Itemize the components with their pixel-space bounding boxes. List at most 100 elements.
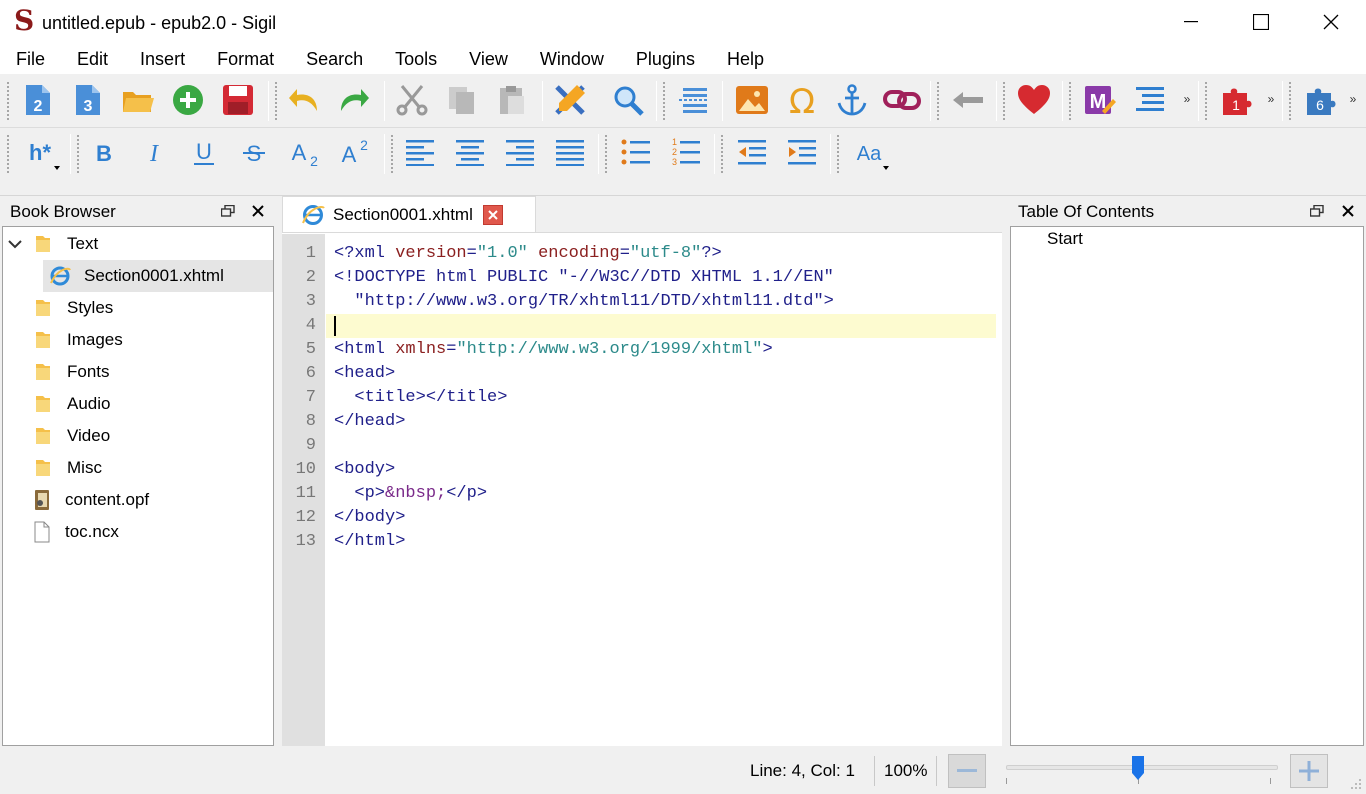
toolbar-grip[interactable] bbox=[1204, 81, 1208, 121]
paste-button[interactable] bbox=[492, 80, 532, 120]
menu-search[interactable]: Search bbox=[290, 44, 379, 74]
find-button[interactable] bbox=[608, 80, 648, 120]
undo-button[interactable] bbox=[284, 80, 324, 120]
tree-file-toc-ncx[interactable]: toc.ncx bbox=[3, 516, 273, 548]
toolbar-overflow-button[interactable]: » bbox=[1264, 92, 1278, 106]
close-tab-button[interactable] bbox=[482, 204, 503, 225]
toc-editor-button[interactable] bbox=[1130, 80, 1170, 120]
tree-file-section0001[interactable]: Section0001.xhtml bbox=[43, 260, 273, 292]
validate-button[interactable] bbox=[550, 80, 590, 120]
toolbar-grip[interactable] bbox=[604, 134, 608, 174]
align-right-button[interactable] bbox=[500, 132, 540, 172]
open-button[interactable] bbox=[118, 80, 158, 120]
close-window-button[interactable] bbox=[1296, 0, 1366, 44]
chevron-down-icon[interactable] bbox=[7, 238, 23, 250]
heading-dropdown[interactable]: h* bbox=[16, 132, 64, 172]
plugin-6-button[interactable]: 6 bbox=[1300, 80, 1340, 120]
minimize-button[interactable] bbox=[1156, 0, 1226, 44]
float-panel-button[interactable] bbox=[1307, 201, 1327, 221]
new-epub3-button[interactable]: 3 bbox=[68, 80, 108, 120]
tree-folder-images[interactable]: Images bbox=[3, 324, 273, 356]
new-epub2-button[interactable]: 2 bbox=[18, 80, 58, 120]
cut-button[interactable] bbox=[392, 80, 432, 120]
menu-format[interactable]: Format bbox=[201, 44, 290, 74]
tree-folder-audio[interactable]: Audio bbox=[3, 388, 273, 420]
toolbar-grip[interactable] bbox=[274, 81, 278, 121]
underline-button[interactable]: U bbox=[184, 132, 224, 172]
close-panel-button[interactable] bbox=[1338, 201, 1358, 221]
toc-item[interactable]: Start bbox=[1047, 228, 1083, 250]
change-case-dropdown[interactable]: Aa bbox=[846, 132, 894, 172]
donate-button[interactable] bbox=[1014, 80, 1054, 120]
copy-button[interactable] bbox=[442, 80, 482, 120]
cursor-position: Line: 4, Col: 1 bbox=[750, 761, 855, 780]
close-panel-button[interactable] bbox=[248, 201, 268, 221]
save-icon bbox=[223, 85, 253, 115]
insert-image-button[interactable] bbox=[732, 80, 772, 120]
tree-folder-video[interactable]: Video bbox=[3, 420, 273, 452]
link-button[interactable] bbox=[882, 80, 922, 120]
menu-view[interactable]: View bbox=[453, 44, 524, 74]
metadata-editor-button[interactable]: M bbox=[1080, 80, 1120, 120]
toolbar-grip[interactable] bbox=[662, 81, 666, 121]
menu-edit[interactable]: Edit bbox=[61, 44, 124, 74]
toolbar-grip[interactable] bbox=[1068, 81, 1072, 121]
toolbar-grip[interactable] bbox=[390, 134, 394, 174]
special-character-button[interactable]: Ω bbox=[782, 80, 822, 120]
back-button[interactable] bbox=[948, 80, 988, 120]
subscript-button[interactable]: A2 bbox=[284, 132, 324, 172]
zoom-slider-handle[interactable] bbox=[1131, 755, 1145, 781]
toolbar-grip[interactable] bbox=[1288, 81, 1292, 121]
italic-button[interactable]: I bbox=[134, 132, 174, 172]
tree-folder-text[interactable]: Text bbox=[3, 228, 273, 260]
float-panel-button[interactable] bbox=[218, 201, 238, 221]
add-file-button[interactable] bbox=[168, 80, 208, 120]
tree-file-content-opf[interactable]: content.opf bbox=[3, 484, 273, 516]
toolbar-grip[interactable] bbox=[1002, 81, 1006, 121]
menu-window[interactable]: Window bbox=[524, 44, 620, 74]
menu-help[interactable]: Help bbox=[711, 44, 780, 74]
redo-button[interactable] bbox=[334, 80, 374, 120]
toolbar-grip[interactable] bbox=[6, 81, 10, 121]
tree-folder-misc[interactable]: Misc bbox=[3, 452, 273, 484]
plugin-1-button[interactable]: 1 bbox=[1216, 80, 1256, 120]
numbered-list-button[interactable]: 123 bbox=[666, 132, 706, 172]
tree-folder-fonts[interactable]: Fonts bbox=[3, 356, 273, 388]
strikethrough-button[interactable]: S bbox=[234, 132, 274, 172]
anchor-button[interactable] bbox=[832, 80, 872, 120]
toolbar-grip[interactable] bbox=[936, 81, 940, 121]
bold-button[interactable]: B bbox=[84, 132, 124, 172]
align-left-button[interactable] bbox=[400, 132, 440, 172]
toolbar-grip[interactable] bbox=[76, 134, 80, 174]
align-center-button[interactable] bbox=[450, 132, 490, 172]
menu-insert[interactable]: Insert bbox=[124, 44, 201, 74]
maximize-button[interactable] bbox=[1226, 0, 1296, 44]
anchor-icon bbox=[837, 84, 867, 116]
toc-list: Start bbox=[1010, 226, 1364, 746]
bulleted-list-button[interactable] bbox=[616, 132, 656, 172]
justify-button[interactable] bbox=[550, 132, 590, 172]
tree-item-label: Images bbox=[67, 330, 123, 349]
menu-plugins[interactable]: Plugins bbox=[620, 44, 711, 74]
toolbar-overflow-button[interactable]: » bbox=[1346, 92, 1360, 106]
decrease-indent-button[interactable] bbox=[732, 132, 772, 172]
tree-folder-styles[interactable]: Styles bbox=[3, 292, 273, 324]
toolbar-grip[interactable] bbox=[720, 134, 724, 174]
close-icon bbox=[488, 209, 498, 220]
code-token: <?xml bbox=[334, 244, 396, 263]
line-number: 6 bbox=[305, 364, 316, 383]
toolbar-grip[interactable] bbox=[836, 134, 840, 174]
tab-section0001[interactable]: Section0001.xhtml bbox=[282, 196, 536, 232]
toolbar-grip[interactable] bbox=[6, 134, 10, 174]
toolbar-overflow-button[interactable]: » bbox=[1180, 92, 1194, 106]
superscript-button[interactable]: A2 bbox=[334, 132, 374, 172]
split-button[interactable] bbox=[674, 80, 714, 120]
zoom-out-button[interactable] bbox=[948, 754, 986, 788]
menu-file[interactable]: File bbox=[0, 44, 61, 74]
line-number: 4 bbox=[305, 316, 316, 335]
menu-tools[interactable]: Tools bbox=[379, 44, 453, 74]
zoom-in-button[interactable] bbox=[1290, 754, 1328, 788]
resize-grip-icon[interactable] bbox=[1350, 778, 1362, 790]
save-button[interactable] bbox=[218, 80, 258, 120]
increase-indent-button[interactable] bbox=[782, 132, 822, 172]
